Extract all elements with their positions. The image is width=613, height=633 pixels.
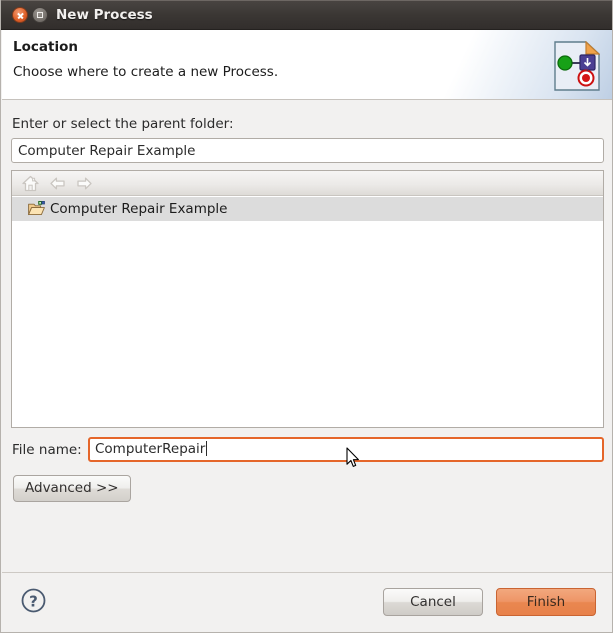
file-name-label: File name:	[12, 442, 82, 458]
text-caret	[206, 441, 208, 456]
help-icon[interactable]: ?	[20, 587, 47, 614]
back-arrow-icon[interactable]	[48, 174, 67, 193]
window-title: New Process	[56, 7, 153, 23]
tree-row-list: Computer Repair Example	[12, 197, 603, 427]
open-folder-icon	[28, 201, 45, 216]
cancel-button[interactable]: Cancel	[383, 588, 483, 616]
parent-folder-input[interactable]	[11, 138, 604, 163]
wizard-header: Location Choose where to create a new Pr…	[2, 30, 612, 100]
maximize-icon[interactable]	[32, 7, 48, 23]
close-icon[interactable]	[12, 7, 28, 23]
tree-row[interactable]: Computer Repair Example	[12, 197, 603, 221]
svg-text:?: ?	[29, 592, 38, 610]
new-process-dialog: New Process Location Choose where to cre…	[0, 0, 613, 633]
file-name-input[interactable]: ComputerRepair	[88, 437, 604, 462]
maximize-glyph	[37, 12, 43, 18]
title-bar: New Process	[1, 0, 612, 30]
home-icon[interactable]	[21, 174, 40, 193]
advanced-button[interactable]: Advanced >>	[13, 475, 131, 502]
process-document-icon	[554, 41, 600, 91]
page-title: Location	[13, 39, 78, 55]
file-name-value: ComputerRepair	[95, 441, 206, 457]
finish-button[interactable]: Finish	[496, 588, 596, 616]
folder-tree-panel: Computer Repair Example	[11, 170, 604, 428]
page-description: Choose where to create a new Process.	[13, 64, 279, 80]
tree-row-label: Computer Repair Example	[50, 201, 228, 217]
tree-toolbar	[12, 171, 603, 196]
forward-arrow-icon[interactable]	[75, 174, 94, 193]
parent-folder-label: Enter or select the parent folder:	[12, 116, 234, 132]
